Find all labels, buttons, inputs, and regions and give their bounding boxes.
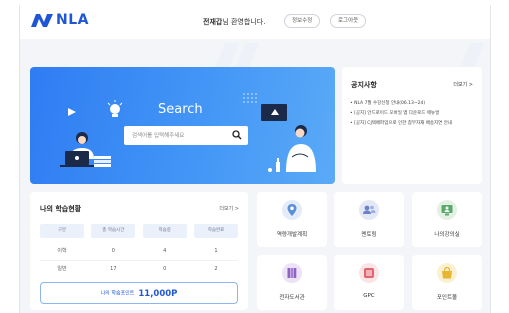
- users-icon: [359, 200, 379, 220]
- tile-gpc[interactable]: GPC: [334, 255, 404, 310]
- welcome-message: 전재갑님 환영합니다.: [203, 17, 265, 27]
- table-cell: 이학: [57, 248, 67, 254]
- study-more-link[interactable]: 더보기 >: [219, 205, 239, 212]
- study-status-panel: 나의 학습현황 더보기 > 구분 총 학습시간 학습중 학습완료 이학 0 4 …: [30, 192, 248, 310]
- logout-button[interactable]: 로그아웃: [330, 14, 367, 28]
- tile-my-classroom[interactable]: 나의강의실: [412, 192, 482, 247]
- video-screen-icon: [261, 104, 287, 121]
- top-header: NLA 전재갑님 환영합니다. 정보수정 로그아웃: [20, 5, 490, 39]
- lightbulb-icon: [107, 100, 123, 117]
- books-icon: [282, 263, 302, 283]
- table-cell: 2: [214, 266, 218, 272]
- notice-title: 공지사항: [351, 81, 377, 89]
- tile-e-library[interactable]: 전자도서관: [257, 255, 327, 310]
- thinking-person-illustration: [268, 125, 316, 172]
- search-placeholder: 검색어를 입력해주세요: [132, 133, 185, 139]
- notice-list: • NLA 7월 수강신청 안내(06.13~24) • [공지] 안드로이드 …: [350, 99, 478, 129]
- tile-competency-plan[interactable]: 역량개발계획: [257, 192, 327, 247]
- table-row: 이학 0 4 1: [40, 242, 238, 260]
- table-cell: 17: [110, 266, 117, 272]
- notice-item[interactable]: • [공지] CJ택배파업으로 인한 참부자재 배송지연 안내: [350, 119, 478, 129]
- learning-points-label: 나의 학습포인트: [100, 290, 135, 297]
- notice-item[interactable]: • [공지] 안드로이드 모바일 앱 다운로드 매뉴얼: [350, 109, 478, 119]
- study-table-header: 구분 총 학습시간 학습중 학습완료: [40, 224, 238, 238]
- tile-mentoring[interactable]: 멘토링: [334, 192, 404, 247]
- table-cell: 4: [163, 248, 167, 254]
- notice-more-link[interactable]: 더보기 >: [453, 81, 473, 88]
- column-header: 학습중: [142, 224, 187, 238]
- search-banner: Search 검색어를 입력해주세요: [30, 67, 335, 184]
- table-cell: 일반: [57, 266, 67, 272]
- shopping-bag-icon: [437, 263, 457, 283]
- tile-label: 나의강의실: [434, 232, 460, 238]
- search-title: Search: [158, 102, 203, 117]
- table-cell: 1: [214, 248, 218, 254]
- logo-text: NLA: [56, 12, 89, 28]
- user-name: 전재갑: [203, 18, 223, 26]
- search-icon[interactable]: [232, 130, 242, 140]
- search-input[interactable]: 검색어를 입력해주세요: [124, 126, 248, 145]
- notice-item[interactable]: • NLA 7월 수강신청 안내(06.13~24): [350, 99, 478, 109]
- notice-panel: 공지사항 더보기 > • NLA 7월 수강신청 안내(06.13~24) • …: [342, 67, 482, 184]
- welcome-suffix: 님 환영합니다.: [222, 18, 266, 26]
- dots-decoration: [243, 93, 257, 103]
- learning-points-value: 11,000P: [138, 288, 178, 299]
- play-icon: [68, 108, 76, 116]
- classroom-icon: [437, 200, 457, 220]
- nla-logo-icon: [31, 13, 53, 27]
- tile-label: 역량개발계획: [276, 232, 308, 238]
- tile-label: GPC: [363, 293, 375, 299]
- page-frame: NLA 전재갑님 환영합니다. 정보수정 로그아웃 Search 검색어를 입력…: [19, 5, 491, 313]
- table-cell: 0: [111, 248, 115, 254]
- table-cell: 0: [163, 266, 167, 272]
- column-header: 구분: [40, 224, 84, 238]
- student-illustration: [60, 132, 111, 167]
- tile-label: 전자도서관: [279, 295, 305, 301]
- profile-edit-button[interactable]: 정보수정: [284, 14, 321, 28]
- location-pin-icon: [282, 200, 302, 220]
- nla-logo[interactable]: NLA: [30, 12, 89, 28]
- table-row: 일반 17 0 2: [40, 260, 238, 278]
- tile-label: 멘토링: [361, 232, 377, 238]
- study-status-title: 나의 학습현황: [40, 205, 82, 213]
- column-header: 학습완료: [193, 224, 238, 238]
- column-header: 총 학습시간: [91, 224, 136, 238]
- learning-points-box: 나의 학습포인트 11,000P: [40, 282, 238, 304]
- list-icon: [359, 263, 379, 283]
- tile-label: 포인트몰: [436, 295, 458, 301]
- tile-point-mall[interactable]: 포인트몰: [412, 255, 482, 310]
